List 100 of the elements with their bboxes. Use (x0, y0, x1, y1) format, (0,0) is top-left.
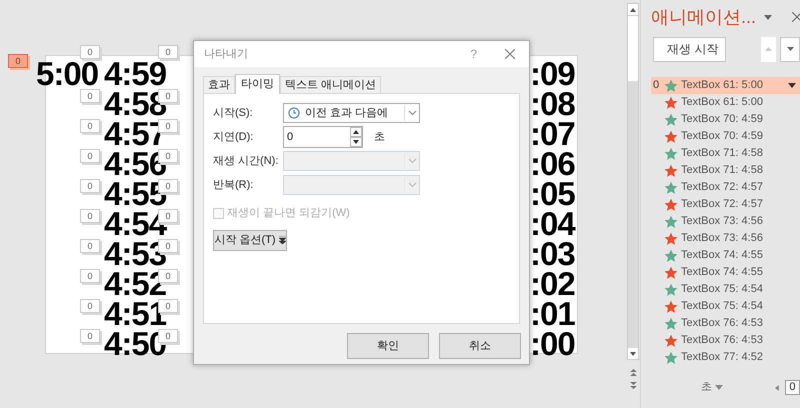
chevron-icon (408, 182, 416, 188)
item-label: TextBox 71: 4:58 (681, 146, 763, 162)
animation-tag: 0 (158, 329, 178, 343)
move-down-button[interactable] (780, 36, 800, 62)
animation-tag: 0 (158, 89, 178, 103)
animation-item[interactable]: TextBox 72: 4:57 (651, 179, 800, 196)
animation-tag: 0 (80, 209, 100, 223)
animation-tag: 0 (158, 269, 178, 283)
caret-icon (788, 83, 796, 88)
caret-icon (715, 385, 723, 390)
animation-item[interactable]: TextBox 75: 4:54 (651, 298, 800, 315)
close-icon[interactable] (792, 12, 800, 22)
animation-item[interactable]: TextBox 72: 4:57 (651, 196, 800, 213)
double-caret-icon (278, 236, 286, 244)
item-label: TextBox 73: 4:56 (681, 214, 763, 230)
clock-icon (288, 107, 300, 119)
animation-tag: 0 (80, 119, 100, 133)
animation-item[interactable]: TextBox 71: 4:58 (651, 162, 800, 179)
unit-dropdown[interactable]: 초 (701, 379, 723, 396)
animation-tag: 0 (158, 179, 178, 193)
up-arrow-icon[interactable] (353, 130, 359, 134)
animation-item[interactable]: TextBox 75: 4:54 (651, 281, 800, 298)
time-text: 5:00 (36, 60, 98, 88)
dialog-button[interactable]: 확인 (347, 333, 429, 359)
page-field[interactable]: 0 (784, 380, 800, 395)
item-label: TextBox 71: 4:58 (681, 163, 763, 178)
up-arrow-icon (765, 47, 772, 51)
time-text: 4:59 (104, 60, 166, 88)
time-text: :05 (530, 180, 575, 208)
item-number: 0 (653, 78, 660, 94)
time-text: :00 (530, 330, 575, 358)
item-label: TextBox 74: 4:55 (681, 248, 763, 264)
item-label: TextBox 75: 4:54 (681, 299, 763, 314)
down-arrow-icon[interactable] (353, 140, 359, 144)
animation-item[interactable]: 0 TextBox 61: 5:00 (651, 77, 800, 94)
animation-tag: 0 (80, 329, 100, 343)
item-label: TextBox 72: 4:57 (681, 180, 763, 196)
item-label: TextBox 76: 4:53 (681, 316, 763, 332)
down-arrow-icon[interactable] (630, 352, 636, 356)
play-button[interactable]: 재생 시작 (653, 36, 726, 62)
dialog-button[interactable]: 취소 (439, 333, 521, 359)
down-arrow-icon (786, 47, 794, 51)
field-label: 재생 시간(N): (213, 154, 280, 169)
left-arrow-icon[interactable] (775, 384, 779, 390)
field-label: 반복(R): (213, 178, 254, 193)
animation-item[interactable]: TextBox 70: 4:59 (651, 128, 800, 145)
next-slide-icon[interactable] (630, 382, 636, 390)
dropdown[interactable]: 이전 효과 다음에 (283, 103, 420, 123)
item-label: TextBox 74: 4:55 (681, 265, 763, 280)
field-label: 시작(S): (213, 106, 254, 121)
animation-item[interactable]: TextBox 73: 4:56 (651, 230, 800, 247)
item-label: TextBox 70: 4:59 (681, 112, 763, 128)
dropdown-value: 이전 효과 다음에 (305, 106, 388, 121)
dropdown-caret-icon (764, 14, 772, 20)
animation-tag: 0 (80, 45, 100, 59)
animation-tag: 0 (80, 239, 100, 253)
dialog-title: 나타내기 (204, 46, 248, 62)
up-arrow-icon[interactable] (630, 8, 636, 12)
field-label: 지연(D): (213, 130, 254, 145)
tab[interactable]: 효과 (203, 76, 235, 93)
item-label: TextBox 76: 4:53 (681, 333, 763, 348)
animation-item[interactable]: TextBox 61: 5:00 (651, 94, 800, 111)
time-text: :07 (530, 120, 575, 148)
animation-item[interactable]: TextBox 70: 4:59 (651, 111, 800, 128)
animation-tag: 0 (80, 149, 100, 163)
item-label: TextBox 72: 4:57 (681, 197, 763, 212)
animation-item[interactable]: TextBox 74: 4:55 (651, 264, 800, 281)
item-label: TextBox 73: 4:56 (681, 231, 763, 246)
time-text: :04 (530, 210, 575, 238)
time-text: :09 (530, 60, 575, 88)
chevron-icon (408, 110, 416, 116)
spinner-field[interactable]: 0 (283, 126, 363, 148)
item-label: TextBox 61: 5:00 (681, 95, 763, 110)
animation-item[interactable]: TextBox 76: 4:53 (651, 332, 800, 349)
tab[interactable]: 타이밍 (235, 74, 280, 94)
animation-item[interactable]: TextBox 76: 4:53 (651, 315, 800, 332)
item-label: TextBox 61: 5:00 (681, 78, 763, 94)
scrollbar[interactable] (627, 3, 639, 360)
animation-item[interactable]: TextBox 74: 4:55 (651, 247, 800, 264)
time-text: :06 (530, 150, 575, 178)
time-text: :01 (530, 300, 575, 328)
checkbox-label: 재생이 끝나면 되감기(W) (227, 206, 350, 221)
time-text: :03 (530, 240, 575, 268)
animation-tag: 0 (158, 149, 178, 163)
animation-item[interactable]: TextBox 73: 4:56 (651, 213, 800, 230)
scroll-thumb[interactable] (628, 15, 638, 81)
start-options-button[interactable]: 시작 옵션(T) (213, 230, 287, 250)
animation-item[interactable]: TextBox 71: 4:58 (651, 145, 800, 162)
animation-tag: 0 (80, 89, 100, 103)
close-icon[interactable] (505, 49, 515, 59)
previous-slide-icon[interactable] (630, 369, 636, 377)
animation-tag: 0 (80, 179, 100, 193)
animation-tag: 0 (158, 239, 178, 253)
animation-item[interactable]: TextBox 77: 4:52 (651, 349, 800, 366)
animation-tag: 0 (158, 119, 178, 133)
item-label: TextBox 75: 4:54 (681, 282, 763, 298)
animation-tag: 0 (158, 299, 178, 313)
item-label: TextBox 77: 4:52 (681, 350, 763, 366)
tab[interactable]: 텍스트 애니메이션 (280, 76, 382, 93)
unit-label: 초 (374, 130, 385, 145)
